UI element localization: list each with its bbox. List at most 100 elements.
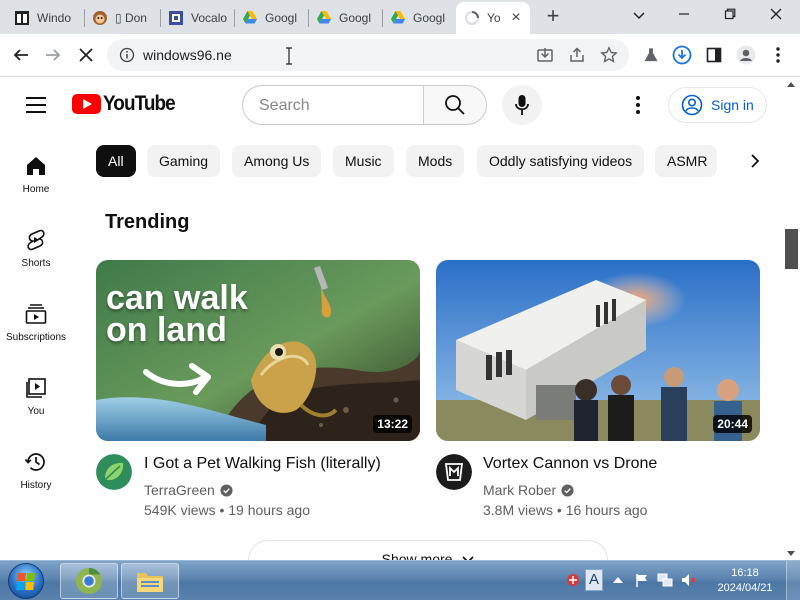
- chip-among-us[interactable]: Among Us: [232, 145, 322, 177]
- download-icon: [672, 45, 692, 65]
- arrow-right-icon: [46, 49, 61, 61]
- tab-windows[interactable]: Windo: [6, 2, 78, 34]
- tab-youtube-active[interactable]: Yo ×: [456, 2, 530, 34]
- action-center-flag-icon[interactable]: [634, 572, 650, 588]
- new-tab-button[interactable]: +: [541, 5, 565, 29]
- show-hidden-icons-arrow-icon[interactable]: [610, 572, 626, 588]
- youtube-logo[interactable]: YouTube: [72, 92, 183, 116]
- restore-button[interactable]: [710, 4, 750, 28]
- volume-muted-icon[interactable]: [681, 572, 697, 588]
- video-duration: 20:44: [713, 415, 752, 433]
- bookmark-star-icon[interactable]: [600, 46, 618, 64]
- network-icon[interactable]: [657, 572, 673, 588]
- folder-icon: [137, 573, 163, 592]
- back-button[interactable]: [8, 42, 34, 68]
- search-box[interactable]: [242, 85, 424, 125]
- text-cursor-icon: [286, 47, 292, 65]
- guide-item-you[interactable]: You: [0, 376, 72, 446]
- chip-music[interactable]: Music: [333, 145, 394, 177]
- chip-mods[interactable]: Mods: [406, 145, 465, 177]
- tab-monkey[interactable]: ▯ Don: [84, 2, 158, 34]
- youtube-wordmark: YouTube: [103, 92, 176, 115]
- voice-search-button[interactable]: [502, 85, 542, 125]
- guide-item-shorts[interactable]: Shorts: [0, 228, 72, 298]
- taskbar-chrome-button[interactable]: [60, 563, 118, 599]
- tab-google-drive-3[interactable]: Googl: [382, 2, 454, 34]
- loading-spinner-icon: [464, 10, 480, 26]
- channel-name[interactable]: Mark Rober: [483, 482, 574, 498]
- page-scrollbar[interactable]: [783, 78, 800, 560]
- scroll-down-arrow-icon[interactable]: [787, 551, 795, 556]
- menu-hamburger-icon[interactable]: [26, 97, 46, 113]
- search-icon: [445, 95, 465, 115]
- video-thumbnail[interactable]: can walk on land 13:22: [96, 260, 420, 441]
- monkey-icon: [92, 10, 108, 26]
- video-duration: 13:22: [373, 415, 412, 433]
- tab-title: Googl: [339, 11, 372, 25]
- google-drive-icon: [316, 10, 332, 26]
- terragreen-leaf-icon: [96, 454, 132, 490]
- vocaloid-icon: [168, 10, 184, 26]
- share-icon[interactable]: [568, 46, 586, 64]
- sign-in-button[interactable]: Sign in: [668, 87, 767, 123]
- video-title[interactable]: I Got a Pet Walking Fish (literally): [144, 455, 381, 473]
- shorts-icon: [27, 229, 45, 251]
- close-tab-icon[interactable]: ×: [508, 10, 524, 26]
- stop-loading-button[interactable]: [73, 42, 99, 68]
- video-thumbnail[interactable]: 20:44: [436, 260, 760, 441]
- forward-button[interactable]: [40, 42, 66, 68]
- your-channel-icon: [26, 378, 46, 398]
- ime-indicator[interactable]: A: [585, 569, 603, 591]
- vortex-cannon-thumbnail-image: [436, 260, 760, 441]
- arrow-left-icon: [13, 49, 28, 61]
- chips-next-chevron-icon[interactable]: [742, 148, 768, 174]
- close-icon: [79, 48, 93, 62]
- guide-item-home[interactable]: Home: [0, 154, 72, 224]
- search-button[interactable]: [423, 85, 487, 125]
- chip-asmr[interactable]: ASMR: [655, 145, 717, 177]
- address-bar[interactable]: windows96.ne: [107, 39, 629, 71]
- url-text[interactable]: windows96.ne: [143, 47, 232, 63]
- side-panel-button[interactable]: [701, 42, 727, 68]
- search-input[interactable]: [259, 96, 409, 116]
- tab-search-chevron-icon[interactable]: [619, 4, 659, 28]
- mark-rober-logo-icon: [436, 454, 472, 490]
- scroll-up-arrow-icon[interactable]: [787, 82, 795, 87]
- video-title[interactable]: Vortex Cannon vs Drone: [483, 455, 657, 473]
- section-title: Trending: [105, 211, 190, 233]
- info-icon[interactable]: [119, 47, 135, 63]
- microphone-icon: [515, 95, 529, 115]
- guide-label: History: [20, 480, 52, 491]
- verified-check-icon: [220, 483, 233, 497]
- guide-item-history[interactable]: History: [0, 450, 72, 520]
- guide-item-subscriptions[interactable]: Subscriptions: [0, 302, 72, 372]
- minimize-button[interactable]: [664, 4, 704, 28]
- show-desktop-button[interactable]: [786, 561, 800, 601]
- scrollbar-thumb[interactable]: [785, 229, 798, 269]
- system-clock[interactable]: 16:18 2024/04/21: [712, 566, 778, 596]
- chip-all[interactable]: All: [96, 145, 136, 177]
- guide-label: Subscriptions: [5, 332, 67, 343]
- start-button[interactable]: [8, 563, 44, 599]
- extensions-button[interactable]: [638, 42, 664, 68]
- taskbar-explorer-button[interactable]: [121, 563, 179, 599]
- channel-avatar[interactable]: [96, 454, 132, 490]
- tab-title: Yo: [487, 11, 501, 25]
- channel-avatar[interactable]: [436, 454, 472, 490]
- chrome-menu-button[interactable]: [765, 42, 791, 68]
- tab-google-drive-1[interactable]: Googl: [234, 2, 306, 34]
- tab-vocalo[interactable]: Vocalo: [160, 2, 232, 34]
- profile-button[interactable]: [733, 42, 759, 68]
- install-app-icon[interactable]: [536, 46, 554, 64]
- settings-kebab-icon[interactable]: [628, 94, 648, 116]
- chip-oddly-satisfying[interactable]: Oddly satisfying videos: [477, 145, 645, 177]
- downloads-button[interactable]: [669, 42, 695, 68]
- windows-taskbar: A 16:18 2024/04/21: [0, 560, 800, 601]
- tab-google-drive-2[interactable]: Googl: [308, 2, 380, 34]
- close-window-button[interactable]: [756, 4, 796, 28]
- channel-name[interactable]: TerraGreen: [144, 482, 233, 498]
- tray-app-red-icon[interactable]: [565, 572, 581, 588]
- search-bar: [242, 85, 487, 125]
- side-panel-icon: [706, 47, 722, 63]
- chip-gaming[interactable]: Gaming: [147, 145, 221, 177]
